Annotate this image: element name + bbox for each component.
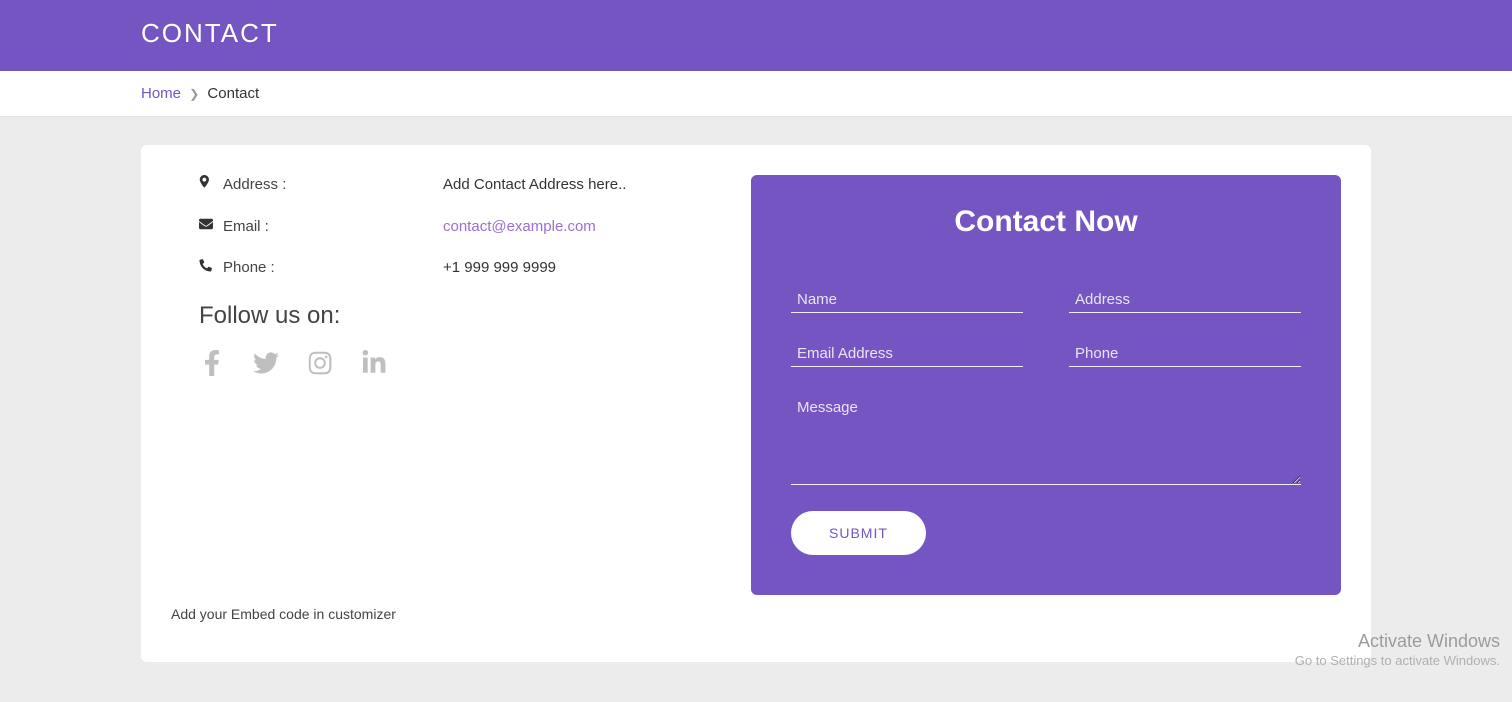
email-input[interactable]: [791, 341, 1023, 367]
phone-value: +1 999 999 9999: [443, 259, 556, 276]
contact-form-card: Contact Now SUBMIT: [751, 175, 1341, 595]
contact-info-column: Address : Add Contact Address here.. Ema…: [171, 175, 721, 622]
breadcrumb-current: Contact: [207, 85, 259, 102]
address-row: Address : Add Contact Address here..: [199, 175, 721, 193]
facebook-icon[interactable]: [199, 350, 225, 376]
envelope-icon: [199, 217, 223, 235]
linkedin-icon[interactable]: [361, 350, 387, 376]
phone-input[interactable]: [1069, 341, 1301, 367]
submit-button[interactable]: SUBMIT: [791, 511, 926, 555]
twitter-icon[interactable]: [253, 350, 279, 376]
follow-heading: Follow us on:: [199, 302, 721, 330]
instagram-icon[interactable]: [307, 350, 333, 376]
email-row: Email : contact@example.com: [199, 217, 721, 235]
map-pin-icon: [199, 175, 223, 193]
phone-label: Phone :: [223, 259, 443, 276]
social-icons: [199, 350, 721, 376]
phone-icon: [199, 259, 223, 276]
name-input[interactable]: [791, 287, 1023, 313]
page-header: CONTACT: [0, 0, 1512, 71]
breadcrumb-home-link[interactable]: Home: [141, 85, 181, 102]
breadcrumb-bar: Home ❯ Contact: [0, 71, 1512, 117]
address-value: Add Contact Address here..: [443, 176, 626, 193]
message-textarea[interactable]: [791, 395, 1301, 485]
contact-card: Address : Add Contact Address here.. Ema…: [141, 145, 1371, 662]
email-link[interactable]: contact@example.com: [443, 218, 596, 235]
address-label: Address :: [223, 176, 443, 193]
breadcrumb: Home ❯ Contact: [141, 71, 1371, 116]
phone-row: Phone : +1 999 999 9999: [199, 259, 721, 276]
embed-note: Add your Embed code in customizer: [171, 606, 721, 622]
form-title: Contact Now: [791, 205, 1301, 239]
address-input[interactable]: [1069, 287, 1301, 313]
email-label: Email :: [223, 218, 443, 235]
chevron-right-icon: ❯: [189, 87, 199, 101]
page-title: CONTACT: [141, 18, 1371, 49]
